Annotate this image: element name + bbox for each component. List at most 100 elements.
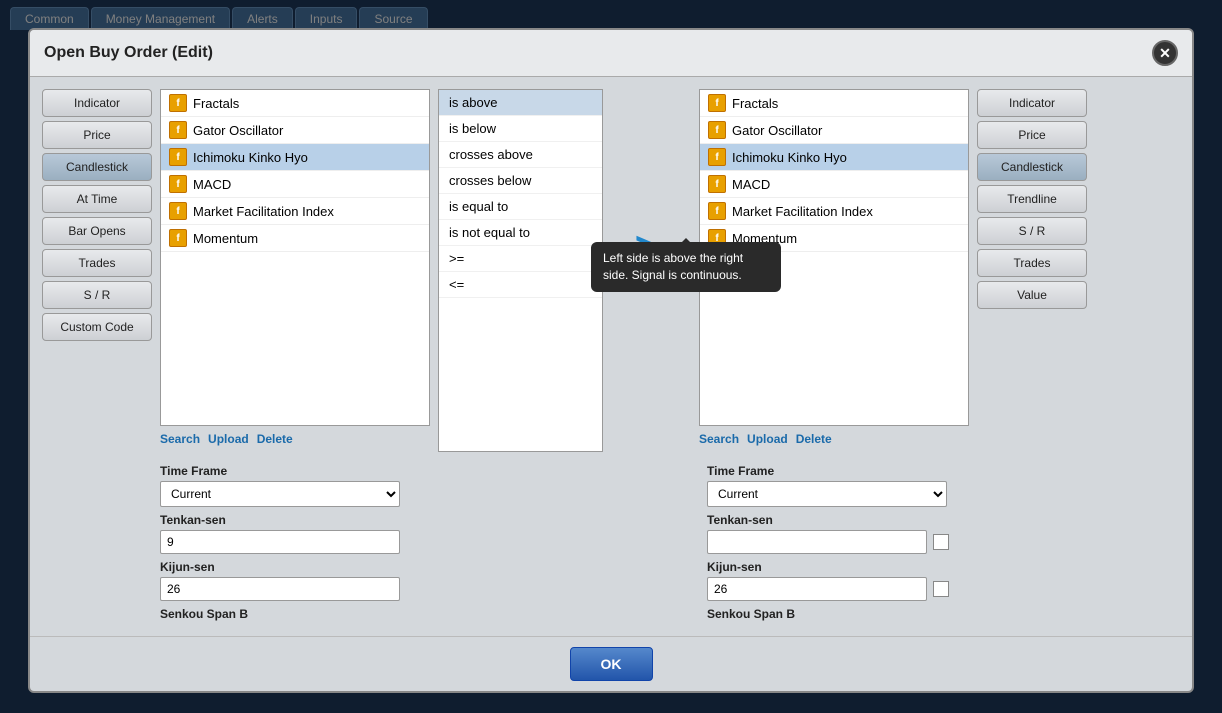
arrow-area: Left side is above the right side. Signa… xyxy=(611,89,691,452)
left-tenkan-row xyxy=(160,530,430,554)
right-list-item-3[interactable]: f MACD xyxy=(700,171,968,198)
left-list-actions: Search Upload Delete xyxy=(160,426,430,452)
right-indicator-icon-1: f xyxy=(708,121,726,139)
left-list-item-2[interactable]: f Ichimoku Kinko Hyo xyxy=(161,144,429,171)
right-tenkan-label: Tenkan-sen xyxy=(707,513,977,527)
params-spacer-left xyxy=(42,458,152,624)
sidebar-btn-price-right[interactable]: Price xyxy=(977,121,1087,149)
sidebar-btn-attime-left[interactable]: At Time xyxy=(42,185,152,213)
cond-item-6[interactable]: >= xyxy=(439,246,602,272)
indicator-icon-3: f xyxy=(169,175,187,193)
right-timeframe-select[interactable]: Current xyxy=(707,481,947,507)
cond-item-2[interactable]: crosses above xyxy=(439,142,602,168)
right-senkou-label: Senkou Span B xyxy=(707,607,977,621)
left-list-label-0: Fractals xyxy=(193,96,239,111)
modal-footer: OK xyxy=(30,636,1192,691)
indicator-icon-4: f xyxy=(169,202,187,220)
cond-item-3[interactable]: crosses below xyxy=(439,168,602,194)
cond-item-0[interactable]: is above xyxy=(439,90,602,116)
sidebar-btn-candlestick-left[interactable]: Candlestick xyxy=(42,153,152,181)
sidebar-btn-customcode-left[interactable]: Custom Code xyxy=(42,313,152,341)
cond-item-5[interactable]: is not equal to xyxy=(439,220,602,246)
left-list-item-0[interactable]: f Fractals xyxy=(161,90,429,117)
sidebar-btn-trades-right[interactable]: Trades xyxy=(977,249,1087,277)
left-list-item-5[interactable]: f Momentum xyxy=(161,225,429,252)
sidebar-btn-sr-left[interactable]: S / R xyxy=(42,281,152,309)
sidebar-btn-value-right[interactable]: Value xyxy=(977,281,1087,309)
indicator-icon-1: f xyxy=(169,121,187,139)
left-senkou-label: Senkou Span B xyxy=(160,607,430,621)
params-spacer-middle xyxy=(438,458,699,624)
sidebar-btn-sr-right[interactable]: S / R xyxy=(977,217,1087,245)
cond-item-7[interactable]: <= xyxy=(439,272,602,298)
left-list-label-1: Gator Oscillator xyxy=(193,123,283,138)
close-button[interactable]: ✕ xyxy=(1152,40,1178,66)
right-indicator-icon-2: f xyxy=(708,148,726,166)
left-timeframe-select[interactable]: Current xyxy=(160,481,400,507)
tooltip-box: Left side is above the right side. Signa… xyxy=(591,242,781,292)
right-list-item-0[interactable]: f Fractals xyxy=(700,90,968,117)
left-indicator-panel: f Fractals f Gator Oscillator f Ichimoku… xyxy=(160,89,430,452)
right-indicator-icon-0: f xyxy=(708,94,726,112)
right-list-label-4: Market Facilitation Index xyxy=(732,204,873,219)
right-delete-link[interactable]: Delete xyxy=(796,432,832,446)
left-kijun-input[interactable] xyxy=(160,577,400,601)
left-kijun-label: Kijun-sen xyxy=(160,560,430,574)
left-search-link[interactable]: Search xyxy=(160,432,200,446)
modal-title: Open Buy Order (Edit) xyxy=(44,44,213,62)
left-tenkan-label: Tenkan-sen xyxy=(160,513,430,527)
left-tenkan-input[interactable] xyxy=(160,530,400,554)
right-kijun-input[interactable] xyxy=(707,577,927,601)
modal-dialog: Open Buy Order (Edit) ✕ Indicator Price … xyxy=(28,28,1194,693)
right-indicator-icon-3: f xyxy=(708,175,726,193)
left-upload-link[interactable]: Upload xyxy=(208,432,249,446)
left-list-label-5: Momentum xyxy=(193,231,258,246)
right-list-item-2[interactable]: f Ichimoku Kinko Hyo xyxy=(700,144,968,171)
right-sidebar: Indicator Price Candlestick Trendline S … xyxy=(977,89,1087,452)
left-list-label-4: Market Facilitation Index xyxy=(193,204,334,219)
cond-item-4[interactable]: is equal to xyxy=(439,194,602,220)
left-list-label-3: MACD xyxy=(193,177,231,192)
left-list-item-4[interactable]: f Market Facilitation Index xyxy=(161,198,429,225)
right-upload-link[interactable]: Upload xyxy=(747,432,788,446)
right-params: Time Frame Current Tenkan-sen Kijun-sen … xyxy=(707,458,977,624)
left-sidebar: Indicator Price Candlestick At Time Bar … xyxy=(42,89,152,452)
right-tenkan-input[interactable] xyxy=(707,530,927,554)
right-search-link[interactable]: Search xyxy=(699,432,739,446)
main-content-row: Indicator Price Candlestick At Time Bar … xyxy=(42,89,1180,452)
right-list-actions: Search Upload Delete xyxy=(699,426,969,452)
right-kijun-row xyxy=(707,577,977,601)
right-tenkan-row xyxy=(707,530,977,554)
right-kijun-label: Kijun-sen xyxy=(707,560,977,574)
condition-panel: is above is below crosses above crosses … xyxy=(438,89,603,452)
sidebar-btn-trades-left[interactable]: Trades xyxy=(42,249,152,277)
left-indicator-list[interactable]: f Fractals f Gator Oscillator f Ichimoku… xyxy=(160,89,430,426)
left-kijun-row xyxy=(160,577,430,601)
right-list-label-1: Gator Oscillator xyxy=(732,123,822,138)
right-list-label-0: Fractals xyxy=(732,96,778,111)
left-delete-link[interactable]: Delete xyxy=(257,432,293,446)
sidebar-btn-indicator-right[interactable]: Indicator xyxy=(977,89,1087,117)
right-list-label-2: Ichimoku Kinko Hyo xyxy=(732,150,847,165)
left-params: Time Frame Current Tenkan-sen Kijun-sen … xyxy=(160,458,430,624)
sidebar-btn-baropen-left[interactable]: Bar Opens xyxy=(42,217,152,245)
right-kijun-checkbox[interactable] xyxy=(933,581,949,597)
sidebar-btn-price-left[interactable]: Price xyxy=(42,121,152,149)
left-list-item-1[interactable]: f Gator Oscillator xyxy=(161,117,429,144)
sidebar-btn-trendline-right[interactable]: Trendline xyxy=(977,185,1087,213)
left-timeframe-label: Time Frame xyxy=(160,464,430,478)
params-wrapper: Time Frame Current Tenkan-sen Kijun-sen … xyxy=(42,458,1180,624)
left-list-label-2: Ichimoku Kinko Hyo xyxy=(193,150,308,165)
ok-button[interactable]: OK xyxy=(570,647,653,681)
cond-item-1[interactable]: is below xyxy=(439,116,602,142)
indicator-icon-5: f xyxy=(169,229,187,247)
condition-list[interactable]: is above is below crosses above crosses … xyxy=(438,89,603,452)
indicator-icon-0: f xyxy=(169,94,187,112)
tooltip-text: Left side is above the right side. Signa… xyxy=(603,251,743,282)
sidebar-btn-candlestick-right[interactable]: Candlestick xyxy=(977,153,1087,181)
right-list-item-4[interactable]: f Market Facilitation Index xyxy=(700,198,968,225)
left-list-item-3[interactable]: f MACD xyxy=(161,171,429,198)
right-list-item-1[interactable]: f Gator Oscillator xyxy=(700,117,968,144)
right-tenkan-checkbox[interactable] xyxy=(933,534,949,550)
sidebar-btn-indicator-left[interactable]: Indicator xyxy=(42,89,152,117)
